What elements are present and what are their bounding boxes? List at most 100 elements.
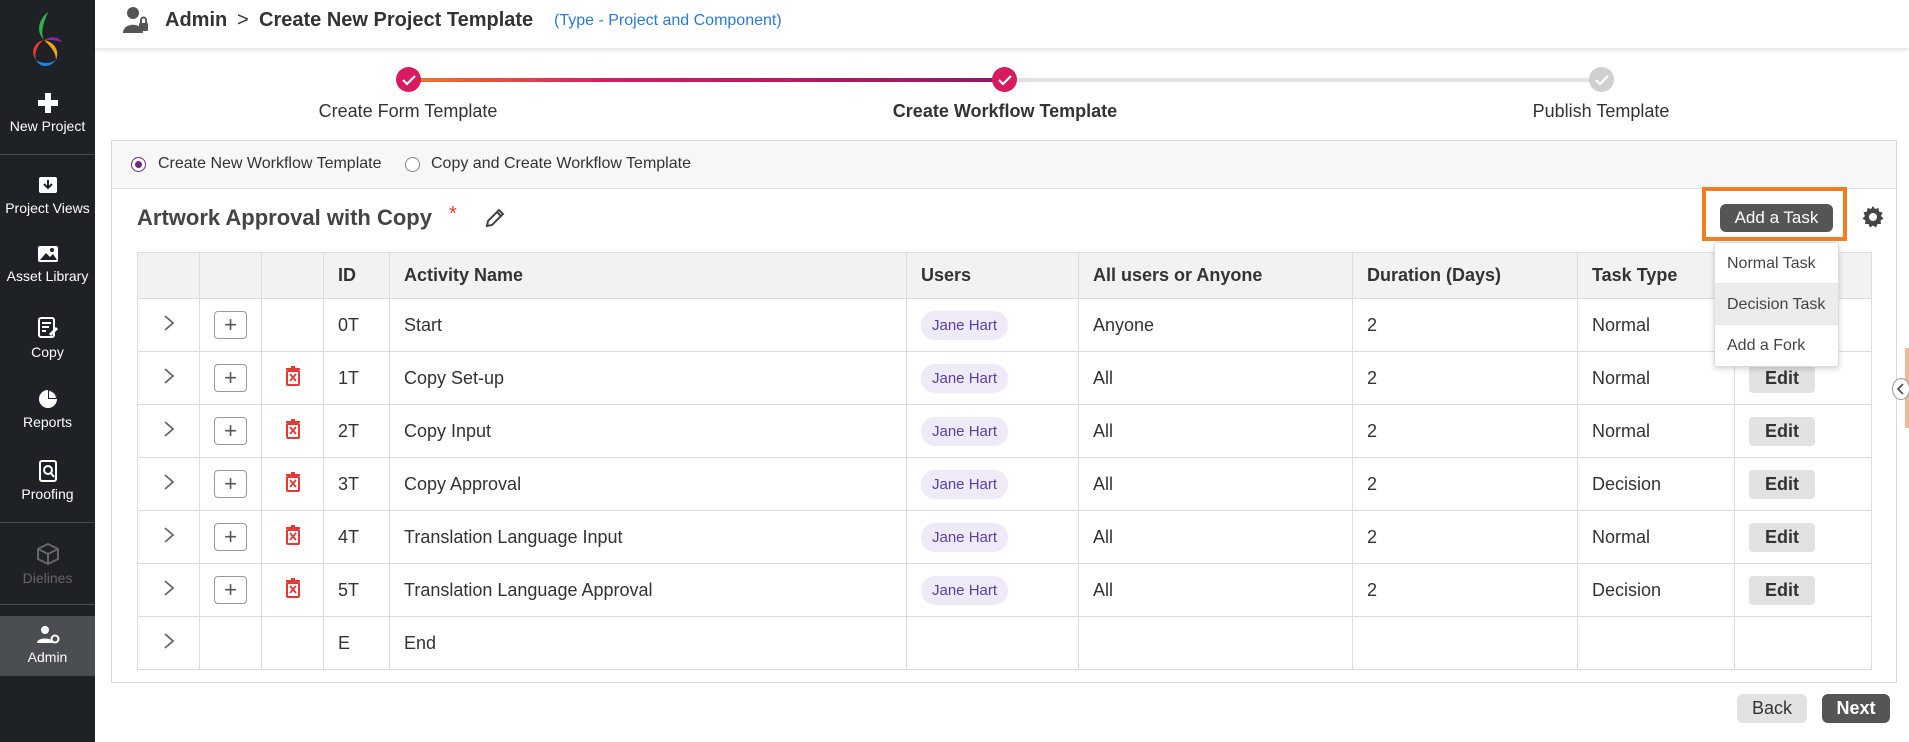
sidebar-item-label: New Project bbox=[9, 118, 86, 134]
pencil-edit-icon[interactable] bbox=[484, 207, 506, 229]
stepper-line-complete bbox=[408, 78, 605, 82]
chevron-right-icon[interactable] bbox=[163, 526, 175, 544]
row-id: 5T bbox=[323, 563, 390, 617]
stepper-line-pending bbox=[1017, 78, 1593, 82]
gear-icon[interactable] bbox=[1861, 205, 1885, 229]
add-subtask-button[interactable]: + bbox=[214, 417, 247, 445]
edit-button[interactable]: Edit bbox=[1749, 469, 1815, 499]
pie-chart-icon bbox=[38, 390, 57, 408]
sidebar-item-reports[interactable]: Reports bbox=[0, 388, 95, 430]
user-chip: Jane Hart bbox=[921, 575, 1009, 605]
row-task-type bbox=[1577, 616, 1735, 670]
sidebar-item-label: Dielines bbox=[22, 570, 73, 586]
row-activity-name: Translation Language Input bbox=[389, 510, 907, 564]
sidebar-item-admin[interactable]: Admin bbox=[0, 616, 95, 676]
table-row: + 4T Translation Language Input Jane Har… bbox=[137, 510, 1872, 564]
expand-cell bbox=[137, 351, 200, 405]
sidebar-item-label: Project Views bbox=[5, 200, 90, 216]
trash-icon[interactable] bbox=[285, 365, 301, 386]
sidebar-item-project-views[interactable]: Project Views bbox=[0, 174, 95, 216]
add-subtask-button[interactable]: + bbox=[214, 364, 247, 392]
sidebar-item-label: Asset Library bbox=[6, 268, 89, 284]
next-button[interactable]: Next bbox=[1822, 694, 1890, 723]
radio-create-new-label[interactable]: Create New Workflow Template bbox=[158, 155, 382, 173]
row-users-cell: Jane Hart bbox=[906, 298, 1079, 352]
sidebar-item-proofing[interactable]: Proofing bbox=[0, 460, 95, 502]
add-cell: + bbox=[199, 351, 262, 405]
menu-item-add-fork[interactable]: Add a Fork bbox=[1715, 325, 1838, 366]
page-title: Create New Project Template bbox=[259, 9, 534, 31]
row-actions: Edit bbox=[1734, 404, 1872, 458]
radio-create-new[interactable] bbox=[131, 157, 146, 172]
image-icon bbox=[37, 246, 58, 262]
add-task-button[interactable]: Add a Task bbox=[1720, 204, 1833, 232]
sidebar-divider bbox=[0, 604, 95, 605]
sidebar-item-asset-library[interactable]: Asset Library bbox=[0, 244, 95, 284]
row-task-type: Decision bbox=[1577, 563, 1735, 617]
step-check-icon bbox=[396, 67, 421, 92]
sidebar-item-copy[interactable]: Copy bbox=[0, 316, 95, 360]
menu-item-decision-task[interactable]: Decision Task bbox=[1715, 284, 1838, 325]
sidebar-item-label: Reports bbox=[22, 414, 73, 430]
document-search-icon bbox=[38, 460, 57, 482]
radio-copy-create-label[interactable]: Copy and Create Workflow Template bbox=[431, 155, 691, 173]
table-row: + 5T Translation Language Approval Jane … bbox=[137, 563, 1872, 617]
add-cell: + bbox=[199, 457, 262, 511]
step-check-icon bbox=[1589, 67, 1614, 92]
collapse-panel-button[interactable] bbox=[1892, 378, 1909, 400]
edit-button[interactable]: Edit bbox=[1749, 575, 1815, 605]
table-row: + 0T Start Jane Hart Anyone 2 Normal bbox=[137, 298, 1872, 352]
add-task-menu: Normal Task Decision Task Add a Fork bbox=[1714, 242, 1839, 367]
row-scope: Anyone bbox=[1078, 298, 1353, 352]
row-id: 4T bbox=[323, 510, 390, 564]
user-chip: Jane Hart bbox=[921, 522, 1009, 552]
breadcrumb-admin[interactable]: Admin bbox=[165, 9, 227, 32]
add-subtask-button[interactable]: + bbox=[214, 576, 247, 604]
row-users-cell: Jane Hart bbox=[906, 457, 1079, 511]
chevron-right-icon[interactable] bbox=[163, 367, 175, 385]
radio-copy-create[interactable] bbox=[405, 157, 420, 172]
trash-icon[interactable] bbox=[285, 471, 301, 492]
admin-user-lock-icon bbox=[123, 7, 148, 33]
plus-icon bbox=[37, 93, 58, 113]
sidebar-item-new-project[interactable]: New Project bbox=[0, 92, 95, 134]
chevron-right-icon[interactable] bbox=[163, 473, 175, 491]
edit-button[interactable]: Edit bbox=[1749, 416, 1815, 446]
row-users-cell bbox=[906, 616, 1079, 670]
table-row: E End bbox=[137, 616, 1872, 670]
add-subtask-button[interactable]: + bbox=[214, 523, 247, 551]
expand-cell bbox=[137, 616, 200, 670]
add-cell: + bbox=[199, 510, 262, 564]
edit-button[interactable]: Edit bbox=[1749, 363, 1815, 393]
row-task-type: Normal bbox=[1577, 510, 1735, 564]
expand-cell bbox=[137, 563, 200, 617]
add-cell: + bbox=[199, 404, 262, 458]
row-duration: 2 bbox=[1352, 510, 1578, 564]
menu-item-normal-task[interactable]: Normal Task bbox=[1715, 243, 1838, 284]
add-subtask-button[interactable]: + bbox=[214, 470, 247, 498]
workflow-table: ID Activity Name Users All users or Anyo… bbox=[137, 252, 1872, 670]
workflow-title: Artwork Approval with Copy bbox=[137, 205, 432, 230]
row-actions: Edit bbox=[1734, 563, 1872, 617]
sidebar: New Project Project Views Asset Library … bbox=[0, 0, 95, 742]
step-label-publish: Publish Template bbox=[1532, 101, 1670, 121]
delete-cell bbox=[261, 457, 324, 511]
back-button[interactable]: Back bbox=[1737, 694, 1807, 723]
chevron-right-icon[interactable] bbox=[163, 314, 175, 332]
trash-icon[interactable] bbox=[285, 524, 301, 545]
add-subtask-button[interactable]: + bbox=[214, 311, 247, 339]
chevron-right-icon[interactable] bbox=[163, 579, 175, 597]
row-users-cell: Jane Hart bbox=[906, 510, 1079, 564]
row-activity-name: Start bbox=[389, 298, 907, 352]
add-cell bbox=[199, 616, 262, 670]
sidebar-item-label: Copy bbox=[31, 344, 64, 360]
delete-cell bbox=[261, 404, 324, 458]
edit-button[interactable]: Edit bbox=[1749, 522, 1815, 552]
chevron-right-icon[interactable] bbox=[163, 420, 175, 438]
row-id: 2T bbox=[323, 404, 390, 458]
row-scope: All bbox=[1078, 351, 1353, 405]
step-label-form: Create Form Template bbox=[318, 101, 498, 121]
trash-icon[interactable] bbox=[285, 418, 301, 439]
trash-icon[interactable] bbox=[285, 577, 301, 598]
chevron-right-icon[interactable] bbox=[163, 632, 175, 650]
